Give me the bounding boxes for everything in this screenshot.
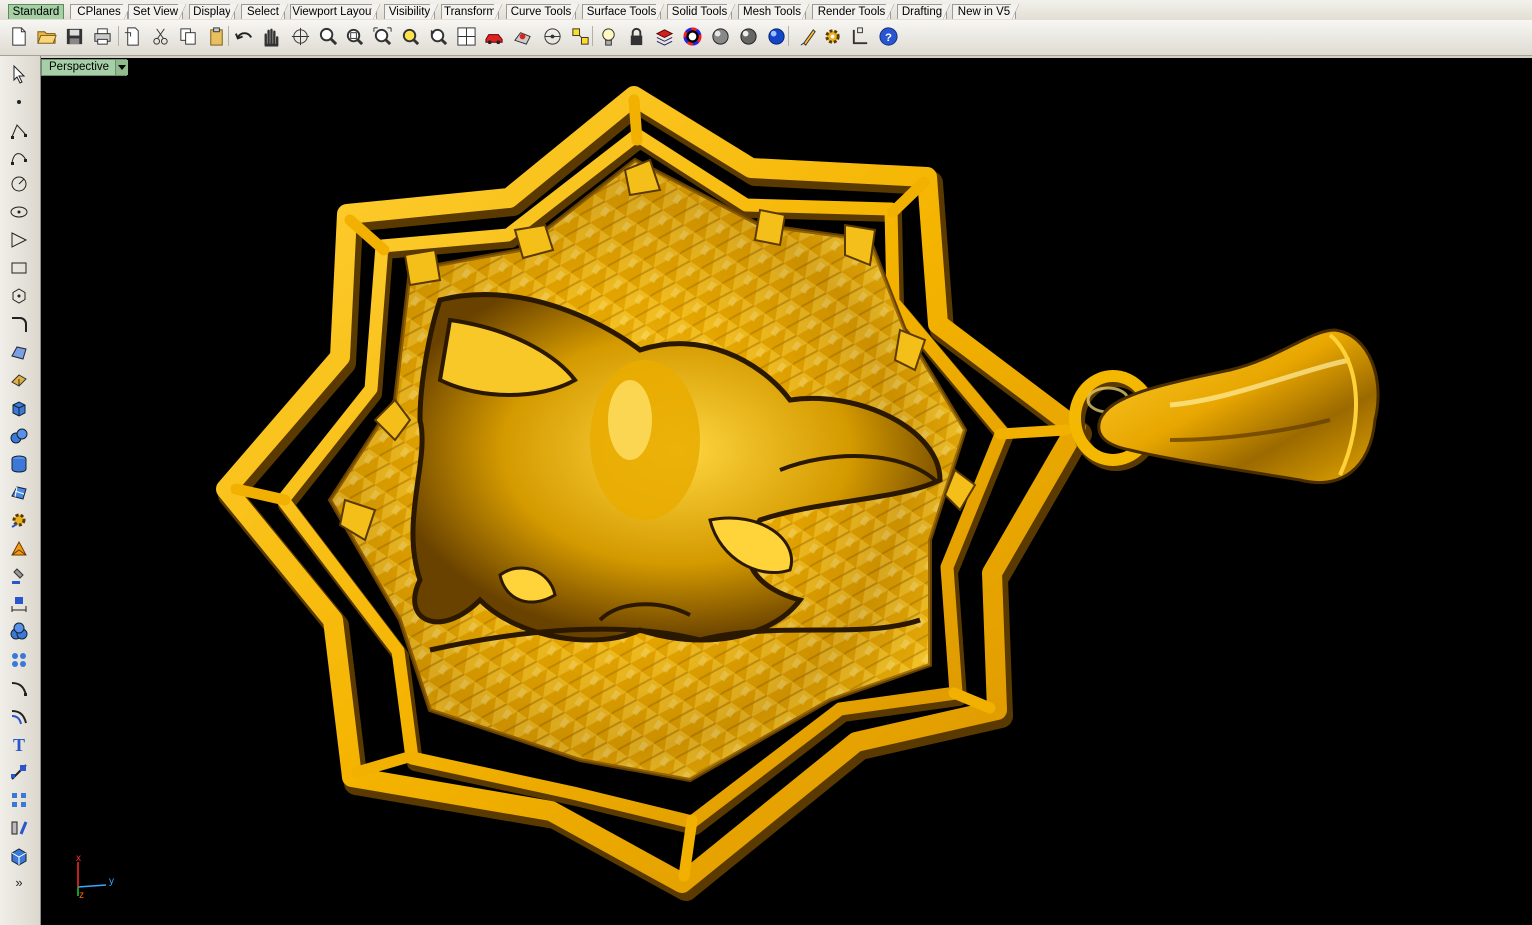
tab-new-in-v5[interactable]: New in V5 [952,4,1020,19]
ellipse-icon[interactable] [6,200,32,224]
point-icon[interactable] [6,90,32,114]
layer-icon[interactable] [652,24,676,48]
mirror-icon[interactable] [6,816,32,840]
viewport-name: Perspective [49,61,110,73]
extrude-surface-icon[interactable] [6,368,32,392]
four-viewports-icon[interactable] [454,24,478,48]
curve-icon[interactable] [6,146,32,170]
svg-text:?: ? [885,31,892,43]
svg-text:»: » [15,875,22,890]
color-wheel-icon[interactable] [680,24,704,48]
pan-hand-icon[interactable] [258,24,282,48]
model-scene [77,86,1380,901]
lock-icon[interactable] [624,24,648,48]
undo-view-icon[interactable] [426,24,450,48]
gear-transform-icon[interactable] [6,508,32,532]
blue-sphere-icon[interactable] [764,24,788,48]
paste-icon[interactable] [204,24,228,48]
axis-label-z: z [79,890,84,901]
cplane-icon[interactable] [540,24,564,48]
zoom-window-icon[interactable] [342,24,366,48]
tab-viewport-layout[interactable]: Viewport Layout [290,4,381,19]
hexagon-icon[interactable] [6,284,32,308]
tab-render-tools[interactable]: Render Tools [812,4,895,19]
tab-mesh-tools[interactable]: Mesh Tools [738,4,810,19]
zoom-dynamic-icon[interactable] [316,24,340,48]
mesh-icon[interactable] [6,480,32,504]
tab-transform[interactable]: Transform [441,4,503,19]
more-icon[interactable]: » [6,870,32,894]
move-icon[interactable] [6,564,32,588]
toolbar-tab-strip: Standard CPlanes Set View Display Select View… [0,0,1532,20]
cylinder-solid-icon[interactable] [6,452,32,476]
box-solid-icon[interactable] [6,396,32,420]
text-icon[interactable]: T [6,732,32,756]
shaded-sphere-icon[interactable] [708,24,732,48]
fillet-curve-icon[interactable] [6,312,32,336]
print-icon[interactable] [90,24,114,48]
tab-drafting[interactable]: Drafting [897,4,951,19]
tab-standard[interactable]: Standard [8,4,64,19]
tab-visibility[interactable]: Visibility [384,4,439,19]
svg-text:T: T [13,735,25,754]
zoom-extents-icon[interactable] [370,24,394,48]
tab-solid-tools[interactable]: Solid Tools [667,4,736,19]
help-icon[interactable]: ? [876,24,900,48]
rotate-view-icon[interactable] [288,24,312,48]
sphere-solid-icon[interactable] [6,424,32,448]
tab-curve-tools[interactable]: Curve Tools [506,4,580,19]
group-icon[interactable] [6,648,32,672]
fillet-edge-icon[interactable] [6,676,32,700]
toolbar-separator [592,26,593,46]
left-toolbar: T» [0,56,41,925]
gumball-icon[interactable] [848,24,872,48]
open-folder-icon[interactable] [34,24,58,48]
toolbar-separator [118,26,119,46]
zoom-selected-icon[interactable] [398,24,422,48]
rendered-sphere-icon[interactable] [736,24,760,48]
object-snap-icon[interactable] [568,24,592,48]
dimension-icon[interactable] [6,592,32,616]
copy-icon[interactable] [176,24,200,48]
tab-surface-tools[interactable]: Surface Tools [582,4,665,19]
import-icon[interactable] [120,24,144,48]
boolean-union-icon[interactable] [6,620,32,644]
light-bulb-icon[interactable] [596,24,620,48]
array-icon[interactable] [6,788,32,812]
named-views-icon[interactable] [510,24,534,48]
orange-surface-icon[interactable] [6,536,32,560]
standard-toolbar: ? [0,20,1532,56]
properties-icon[interactable] [796,24,820,48]
axis-label-y: y [109,876,114,887]
tab-display[interactable]: Display [189,4,239,19]
tab-cplanes[interactable]: CPlanes [70,4,132,19]
undo-icon[interactable] [232,24,256,48]
trim-icon[interactable] [6,760,32,784]
perspective-viewport[interactable]: Perspective x y z [41,58,1532,925]
block-icon[interactable] [6,844,32,868]
polyline-icon[interactable] [6,118,32,142]
axis-label-x: x [76,853,81,864]
toolbar-separator [228,26,229,46]
rectangle-icon[interactable] [6,256,32,280]
car-options-icon[interactable] [482,24,506,48]
settings-gear-icon[interactable] [820,24,844,48]
cut-icon[interactable] [148,24,172,48]
circle-icon[interactable] [6,172,32,196]
select-arrow-icon[interactable] [6,62,32,86]
surface-from-points-icon[interactable] [6,340,32,364]
offset-curve-icon[interactable] [6,704,32,728]
save-disk-icon[interactable] [62,24,86,48]
tab-set-view[interactable]: Set View [128,4,187,19]
toolbar-separator [788,26,789,46]
new-file-icon[interactable] [6,24,30,48]
viewport-menu-dropdown[interactable] [115,60,128,75]
tab-select[interactable]: Select [241,4,289,19]
polygon-icon[interactable] [6,228,32,252]
